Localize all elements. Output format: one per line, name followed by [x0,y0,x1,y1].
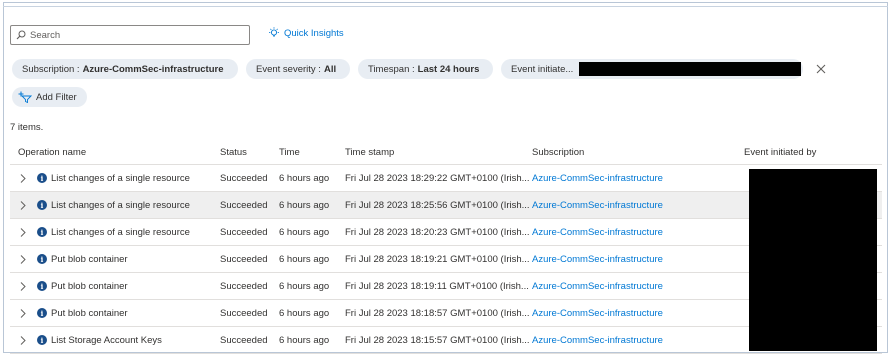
filter-pill-subscription[interactable]: Subscription : Azure-CommSec-infrastructu… [12,59,238,79]
status-cell: Succeeded [220,164,279,192]
filter-pill-event-severity[interactable]: Event severity : All [246,59,350,79]
operation-name: List changes of a single resource [51,172,190,184]
subscription-link[interactable]: Azure-CommSec-infrastructure [532,281,663,292]
info-icon: i [37,200,47,210]
timestamp-cell: Fri Jul 28 2023 18:20:23 GMT+0100 (Irish… [345,218,532,246]
expand-row-button[interactable] [13,335,33,345]
column-header-subscription[interactable]: Subscription [532,140,744,165]
chevron-right-icon [20,308,26,318]
status-cell: Succeeded [220,326,279,354]
filter-value: All [323,63,337,75]
operation-name: List Storage Account Keys [51,334,162,346]
expand-row-button[interactable] [13,308,33,318]
status-cell: Succeeded [220,272,279,300]
timestamp-cell: Fri Jul 28 2023 18:15:57 GMT+0100 (Irish… [345,326,532,354]
chevron-right-icon [20,200,26,210]
info-icon: i [37,281,47,291]
filter-pill-event-initiated-by[interactable]: Event initiate... [501,59,803,79]
filter-label: Event initiate... [511,63,574,75]
subscription-link[interactable]: Azure-CommSec-infrastructure [532,227,663,238]
chevron-right-icon [20,227,26,237]
search-field[interactable] [10,25,250,45]
time-cell: 6 hours ago [279,191,345,219]
operation-name: Put blob container [51,307,128,319]
time-cell: 6 hours ago [279,326,345,354]
expand-row-button[interactable] [13,254,33,264]
chevron-right-icon [20,335,26,345]
expand-row-button[interactable] [13,200,33,210]
timestamp-cell: Fri Jul 28 2023 18:25:56 GMT+0100 (Irish… [345,191,532,219]
timestamp-cell: Fri Jul 28 2023 18:18:57 GMT+0100 (Irish… [345,299,532,327]
operation-name: Put blob container [51,280,128,292]
time-cell: 6 hours ago [279,299,345,327]
subscription-link[interactable]: Azure-CommSec-infrastructure [532,335,663,346]
remove-filter-button[interactable] [813,61,829,77]
add-filter-icon [18,91,32,103]
status-cell: Succeeded [220,218,279,246]
panel-top-divider [3,6,888,7]
status-cell: Succeeded [220,191,279,219]
subscription-link[interactable]: Azure-CommSec-infrastructure [532,173,663,184]
add-filter-button[interactable]: Add Filter [12,87,87,107]
timestamp-cell: Fri Jul 28 2023 18:19:11 GMT+0100 (Irish… [345,272,532,300]
expand-row-button[interactable] [13,227,33,237]
operation-name: List changes of a single resource [51,199,190,211]
column-header-time-stamp[interactable]: Time stamp [345,140,532,165]
filter-label: Event severity : [256,63,321,75]
time-cell: 6 hours ago [279,272,345,300]
column-header-time[interactable]: Time [279,140,345,165]
search-icon [16,30,26,40]
close-icon [816,64,826,74]
timestamp-cell: Fri Jul 28 2023 18:29:22 GMT+0100 (Irish… [345,164,532,192]
redaction-block [749,169,877,351]
lightbulb-icon [269,27,279,37]
time-cell: 6 hours ago [279,164,345,192]
chevron-right-icon [20,281,26,291]
status-cell: Succeeded [220,299,279,327]
subscription-link[interactable]: Azure-CommSec-infrastructure [532,308,663,319]
column-header-operation-name[interactable]: Operation name [10,140,220,165]
operation-name: List changes of a single resource [51,226,190,238]
filter-label: Timespan : [368,63,415,75]
filter-value: Azure-CommSec-infrastructure [82,63,224,75]
info-icon: i [37,308,47,318]
expand-row-button[interactable] [13,281,33,291]
time-cell: 6 hours ago [279,245,345,273]
chevron-right-icon [20,173,26,183]
info-icon: i [37,335,47,345]
info-icon: i [37,173,47,183]
info-icon: i [37,254,47,264]
add-filter-label: Add Filter [36,91,77,103]
expand-row-button[interactable] [13,173,33,183]
items-count: 7 items. [10,122,44,133]
chevron-right-icon [20,254,26,264]
timestamp-cell: Fri Jul 28 2023 18:19:21 GMT+0100 (Irish… [345,245,532,273]
quick-insights-link[interactable]: Quick Insights [268,27,344,39]
table-header-row: Operation name Status Time Time stamp Su… [10,140,882,165]
time-cell: 6 hours ago [279,218,345,246]
redaction-block [579,62,802,76]
search-input[interactable] [30,29,230,41]
column-header-event-initiated-by[interactable]: Event initiated by [744,140,882,165]
column-header-status[interactable]: Status [220,140,279,165]
filter-value: Last 24 hours [417,63,480,75]
subscription-link[interactable]: Azure-CommSec-infrastructure [532,200,663,211]
subscription-link[interactable]: Azure-CommSec-infrastructure [532,254,663,265]
info-icon: i [37,227,47,237]
quick-insights-label: Quick Insights [284,27,344,39]
filter-label: Subscription : [22,63,80,75]
operation-name: Put blob container [51,253,128,265]
filter-pill-timespan[interactable]: Timespan : Last 24 hours [358,59,493,79]
status-cell: Succeeded [220,245,279,273]
